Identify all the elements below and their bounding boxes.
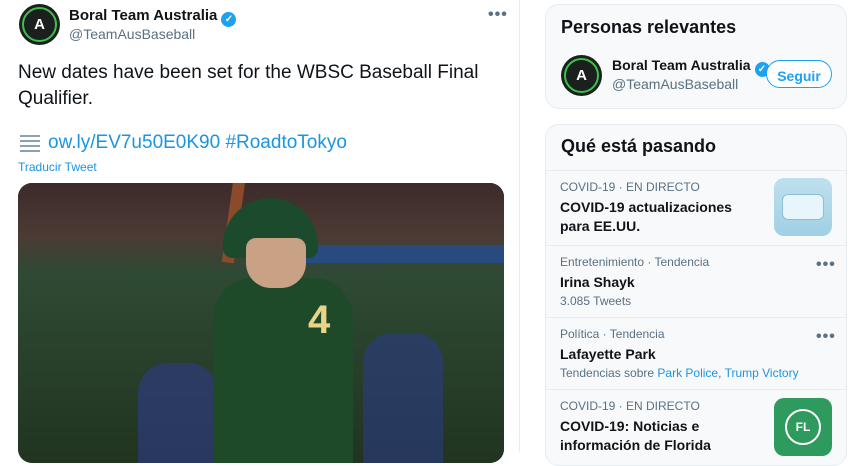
trend-related-separator: , bbox=[718, 366, 722, 380]
follow-button[interactable]: Seguir bbox=[766, 60, 832, 88]
relevant-name-text: Boral Team Australia bbox=[612, 57, 751, 73]
media-player-body bbox=[213, 278, 353, 463]
translate-tweet-link[interactable]: Traducir Tweet bbox=[18, 160, 97, 174]
more-options-icon[interactable]: ••• bbox=[816, 256, 836, 274]
trend-related-link[interactable]: Trump Victory bbox=[725, 366, 799, 380]
trend-related-link[interactable]: Park Police bbox=[657, 366, 718, 380]
mask-image bbox=[774, 178, 832, 236]
verified-icon: ✓ bbox=[221, 12, 237, 27]
trend-related: Tendencias sobre Park Police, Trump Vict… bbox=[560, 366, 799, 380]
tweet-link[interactable]: ow.ly/EV7u50E0K90 #RoadtoTokyo bbox=[18, 132, 347, 154]
trend-title: Irina Shayk bbox=[560, 274, 635, 290]
avatar-logo: A bbox=[22, 7, 57, 42]
relevant-handle[interactable]: @TeamAusBaseball bbox=[612, 76, 738, 92]
trends-card: Qué está pasando COVID-19 · EN DIRECTO C… bbox=[545, 124, 847, 466]
trend-meta: Política · Tendencia bbox=[560, 327, 665, 341]
media-player-face bbox=[246, 238, 306, 288]
media-background-person bbox=[363, 333, 443, 463]
trend-item[interactable]: Entretenimiento · Tendencia Irina Shayk … bbox=[546, 245, 846, 318]
newspaper-icon bbox=[18, 133, 42, 153]
florida-badge: FL bbox=[785, 409, 821, 445]
relevant-avatar[interactable]: A bbox=[561, 55, 602, 96]
author-name-text: Boral Team Australia bbox=[69, 7, 218, 24]
tweet-link-text: ow.ly/EV7u50E0K90 #RoadtoTokyo bbox=[48, 132, 347, 153]
trend-related-prefix: Tendencias sobre bbox=[560, 366, 655, 380]
face-mask-icon bbox=[782, 194, 824, 220]
relevant-people-title: Personas relevantes bbox=[561, 17, 737, 37]
trends-title: Qué está pasando bbox=[561, 136, 717, 156]
author-name[interactable]: Boral Team Australia ✓ bbox=[69, 7, 237, 27]
more-options-icon[interactable]: ••• bbox=[816, 328, 836, 346]
author-handle[interactable]: @TeamAusBaseball bbox=[69, 26, 195, 42]
trend-item[interactable]: Política · Tendencia Lafayette Park Tend… bbox=[546, 317, 846, 390]
more-options-icon[interactable]: ••• bbox=[488, 6, 508, 24]
trend-title: Lafayette Park bbox=[560, 346, 656, 362]
relevant-name[interactable]: Boral Team Australia ✓ bbox=[612, 57, 770, 77]
author-avatar[interactable]: A bbox=[19, 4, 60, 45]
trend-item[interactable]: COVID-19 · EN DIRECTO COVID-19 actualiza… bbox=[546, 170, 846, 246]
trend-item[interactable]: COVID-19 · EN DIRECTO COVID-19: Noticias… bbox=[546, 389, 846, 466]
tweet-column: A Boral Team Australia ✓ @TeamAusBaseball… bbox=[0, 0, 520, 463]
trend-meta: COVID-19 · EN DIRECTO bbox=[560, 180, 700, 194]
florida-image: FL bbox=[774, 398, 832, 456]
media-background-person bbox=[138, 363, 218, 463]
trend-tweet-count: 3.085 Tweets bbox=[560, 294, 632, 308]
media-jersey-number: 4 bbox=[308, 298, 331, 342]
tweet-text: New dates have been set for the WBSC Bas… bbox=[18, 62, 479, 109]
trend-title: COVID-19 actualizaciones para EE.UU. bbox=[560, 199, 732, 234]
avatar-logo: A bbox=[564, 58, 599, 93]
trend-title: COVID-19: Noticias e información de Flor… bbox=[560, 418, 711, 453]
relevant-people-card: Personas relevantes A Boral Team Austral… bbox=[545, 4, 847, 109]
trend-meta: COVID-19 · EN DIRECTO bbox=[560, 399, 700, 413]
trend-meta: Entretenimiento · Tendencia bbox=[560, 255, 710, 269]
tweet-media-image[interactable]: 4 bbox=[18, 183, 504, 463]
